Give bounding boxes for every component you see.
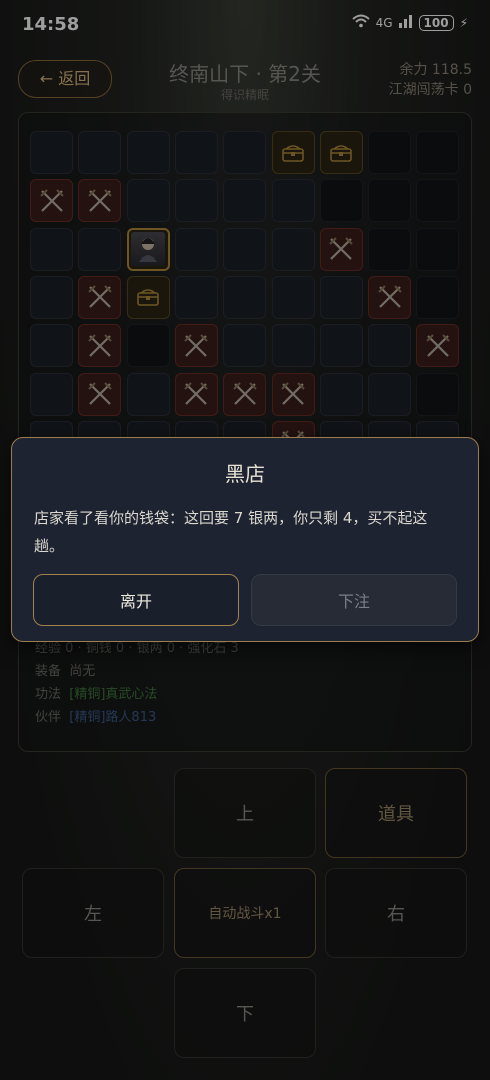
black-shop-dialog: 黑店 店家看了看你的钱袋：这回要 7 银两，你只剩 4，买不起这趟。 离开 下注 — [11, 437, 479, 642]
dialog-message: 店家看了看你的钱袋：这回要 7 银两，你只剩 4，买不起这趟。 — [34, 509, 428, 555]
dialog-title: 黑店 — [225, 462, 265, 486]
game-screen: 14:58 4G 100 ⚡ ← 返回 终南山下 · 第2关 得识精眠 余力 1… — [0, 0, 490, 1080]
bet-button[interactable]: 下注 — [251, 574, 457, 626]
leave-button[interactable]: 离开 — [33, 574, 239, 626]
